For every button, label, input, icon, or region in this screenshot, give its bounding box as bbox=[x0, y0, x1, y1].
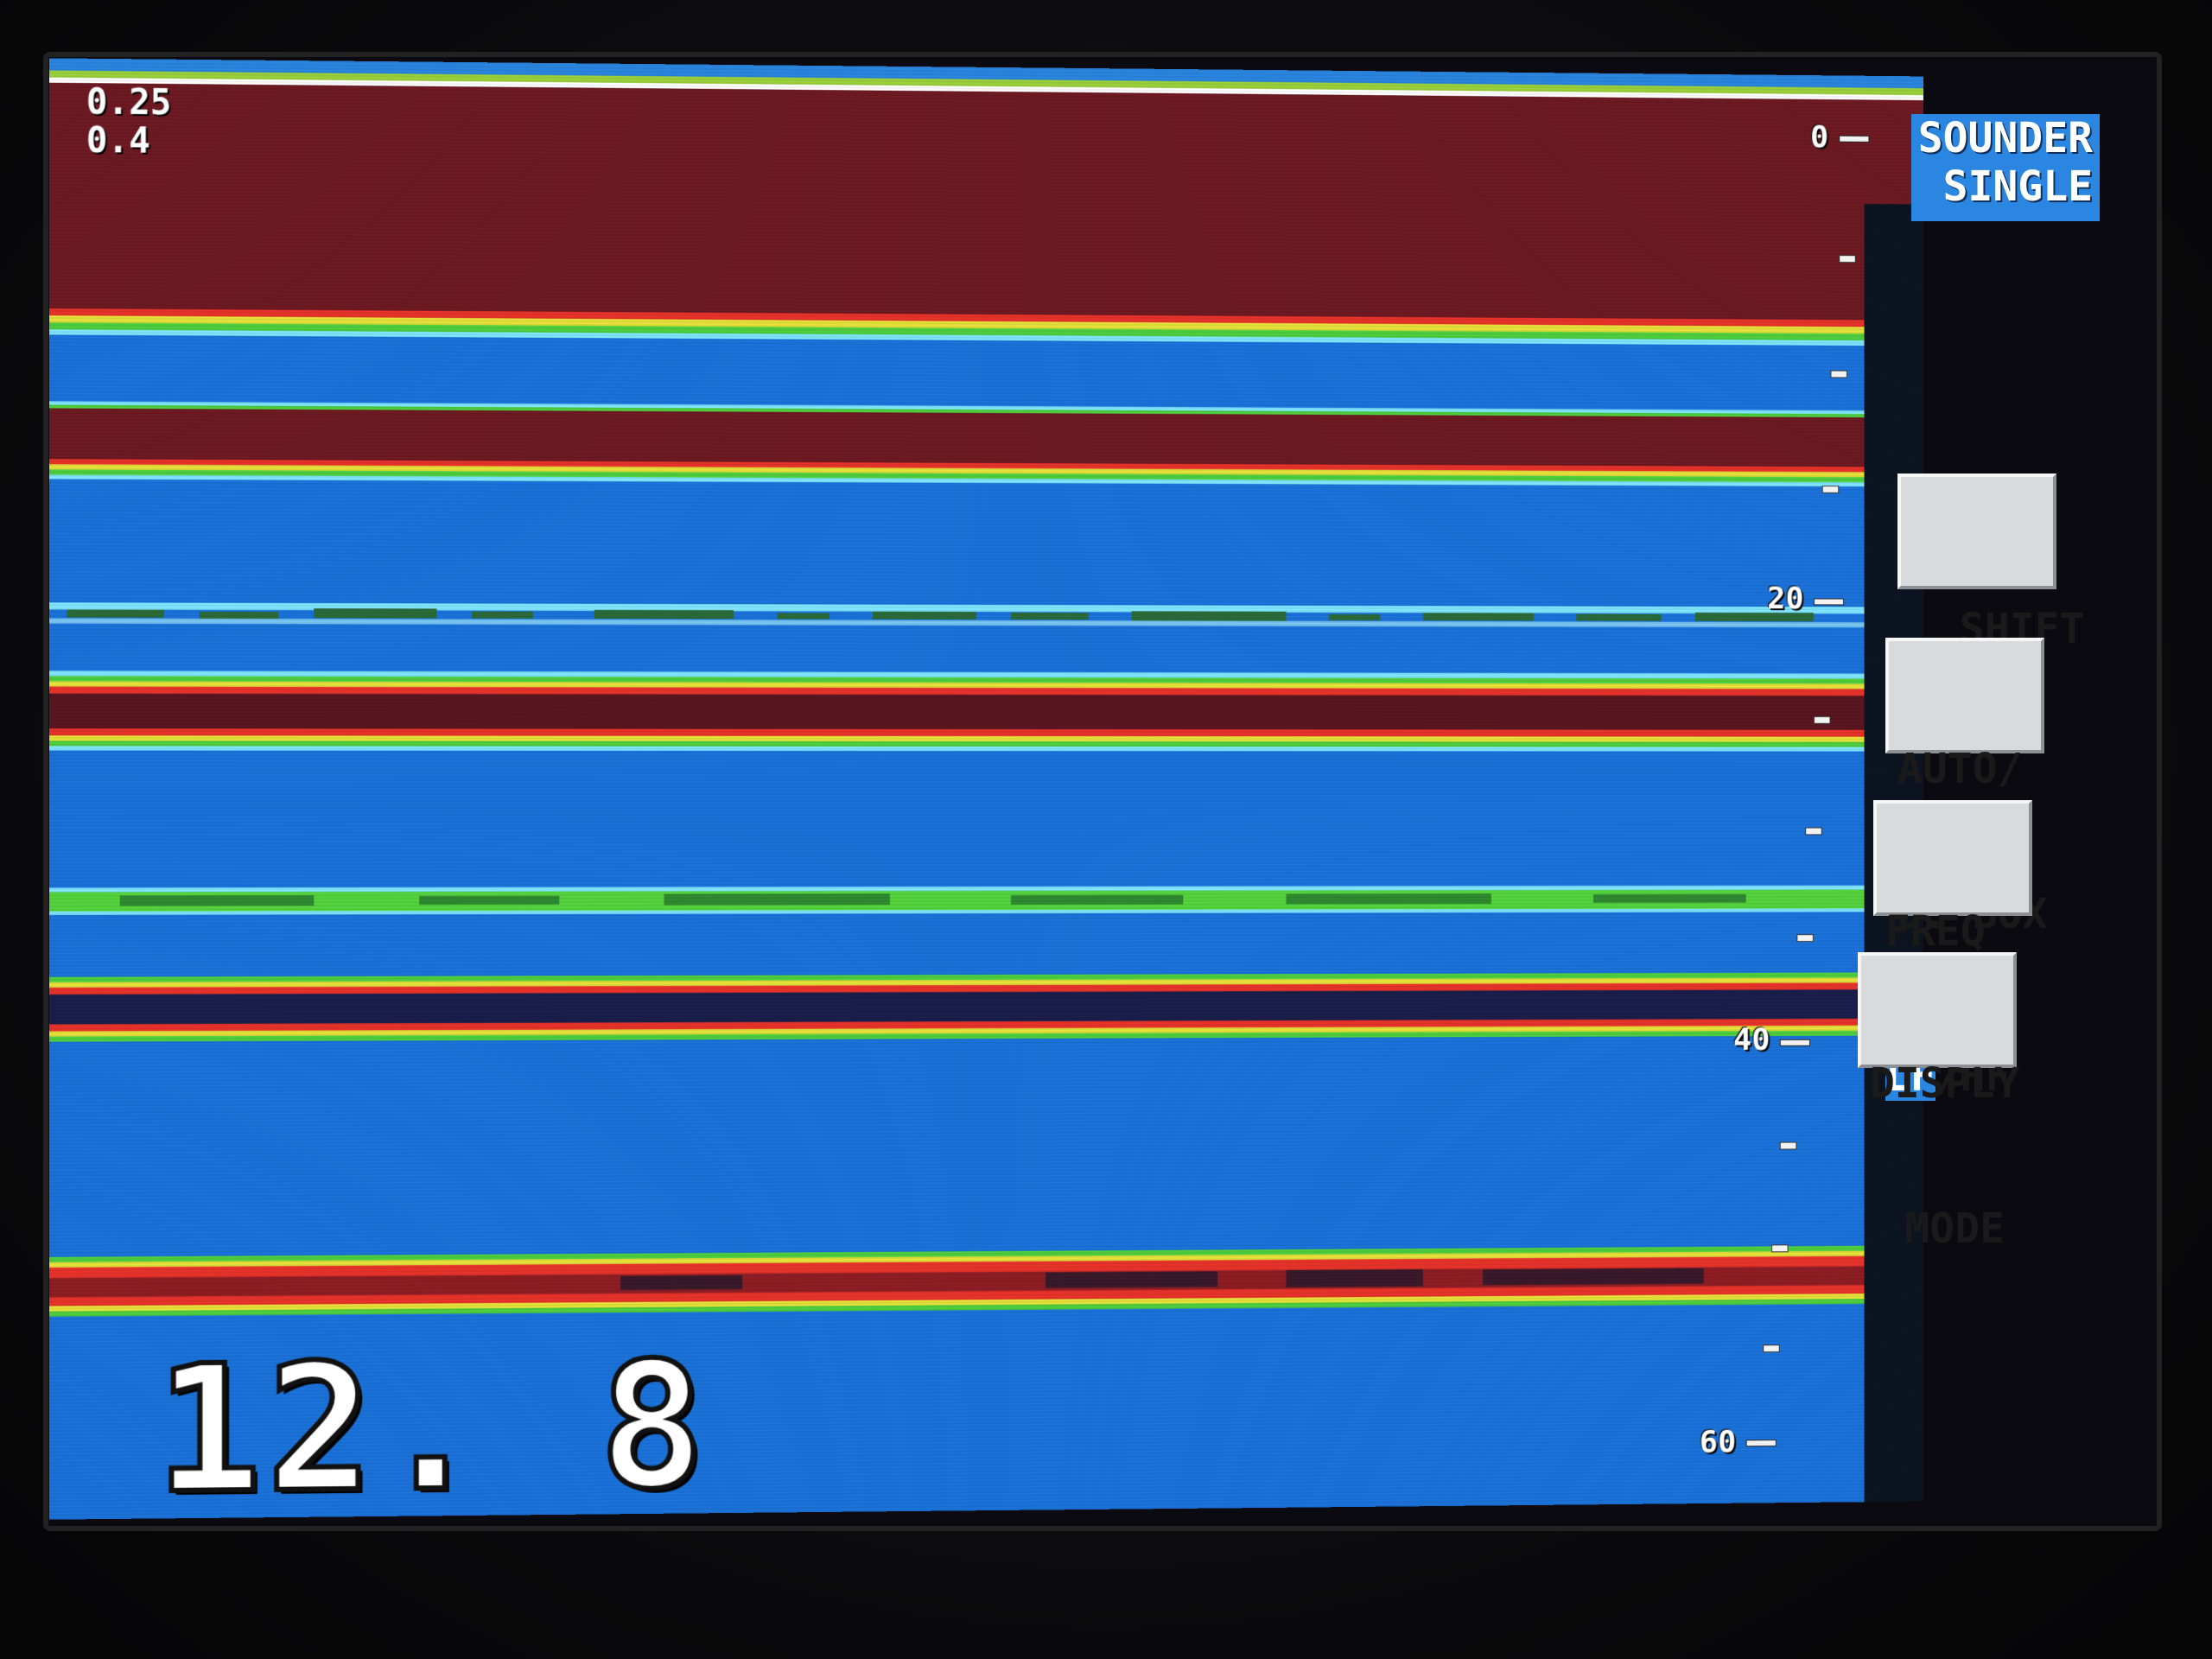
depth-tick bbox=[1796, 934, 1814, 942]
depth-tick bbox=[1822, 486, 1840, 493]
auto-dbox-line1: AUTO/ bbox=[1897, 745, 2032, 793]
scanlines bbox=[49, 58, 1923, 1519]
mode-line2: SINGLE bbox=[1911, 162, 2093, 211]
display-mode-line1: DISPLY bbox=[1870, 1059, 2005, 1108]
depth-label-0: 0 bbox=[1810, 120, 1828, 156]
echogram bbox=[49, 58, 1923, 1519]
depth-tick bbox=[1839, 255, 1856, 263]
auto-dbox-button[interactable]: AUTO/ D. BOX bbox=[1885, 638, 2044, 753]
depth-label-20: 20 bbox=[1767, 582, 1803, 617]
range-readout: 0.25 0.4 bbox=[86, 83, 172, 161]
freq-line1: FREQ bbox=[1885, 907, 2020, 956]
depth-label-60: 60 bbox=[1700, 1425, 1736, 1460]
depth-tick bbox=[1763, 1344, 1780, 1352]
depth-dash-60 bbox=[1746, 1440, 1777, 1446]
mode-line1: SOUNDER bbox=[1911, 114, 2093, 162]
shift-button[interactable]: SHIFT bbox=[1897, 474, 2056, 589]
display-mode-line2: MODE bbox=[1870, 1205, 2005, 1253]
depth-tick bbox=[1805, 828, 1822, 836]
depth-dash-20 bbox=[1814, 598, 1844, 605]
depth-label-40: 40 bbox=[1733, 1022, 1770, 1058]
freq-button[interactable]: FREQ LF/HF bbox=[1873, 800, 2032, 916]
depth-dash-0 bbox=[1839, 136, 1869, 143]
sounder-screen: 0 20 40 60 0.25 0.4 12. 8 LF bbox=[49, 58, 1923, 1519]
depth-dash-40 bbox=[1780, 1039, 1810, 1046]
mode-indicator: SOUNDER SINGLE bbox=[1911, 114, 2100, 221]
current-depth-value: 12. 8 bbox=[156, 1339, 709, 1518]
depth-tick bbox=[1814, 716, 1831, 724]
depth-tick bbox=[1771, 1244, 1789, 1252]
range-readout-line2: 0.4 bbox=[86, 122, 172, 161]
depth-tick bbox=[1780, 1142, 1797, 1150]
range-readout-line1: 0.25 bbox=[86, 83, 172, 122]
display-mode-button[interactable]: DISPLY MODE bbox=[1858, 952, 2017, 1068]
depth-tick bbox=[1830, 370, 1847, 378]
